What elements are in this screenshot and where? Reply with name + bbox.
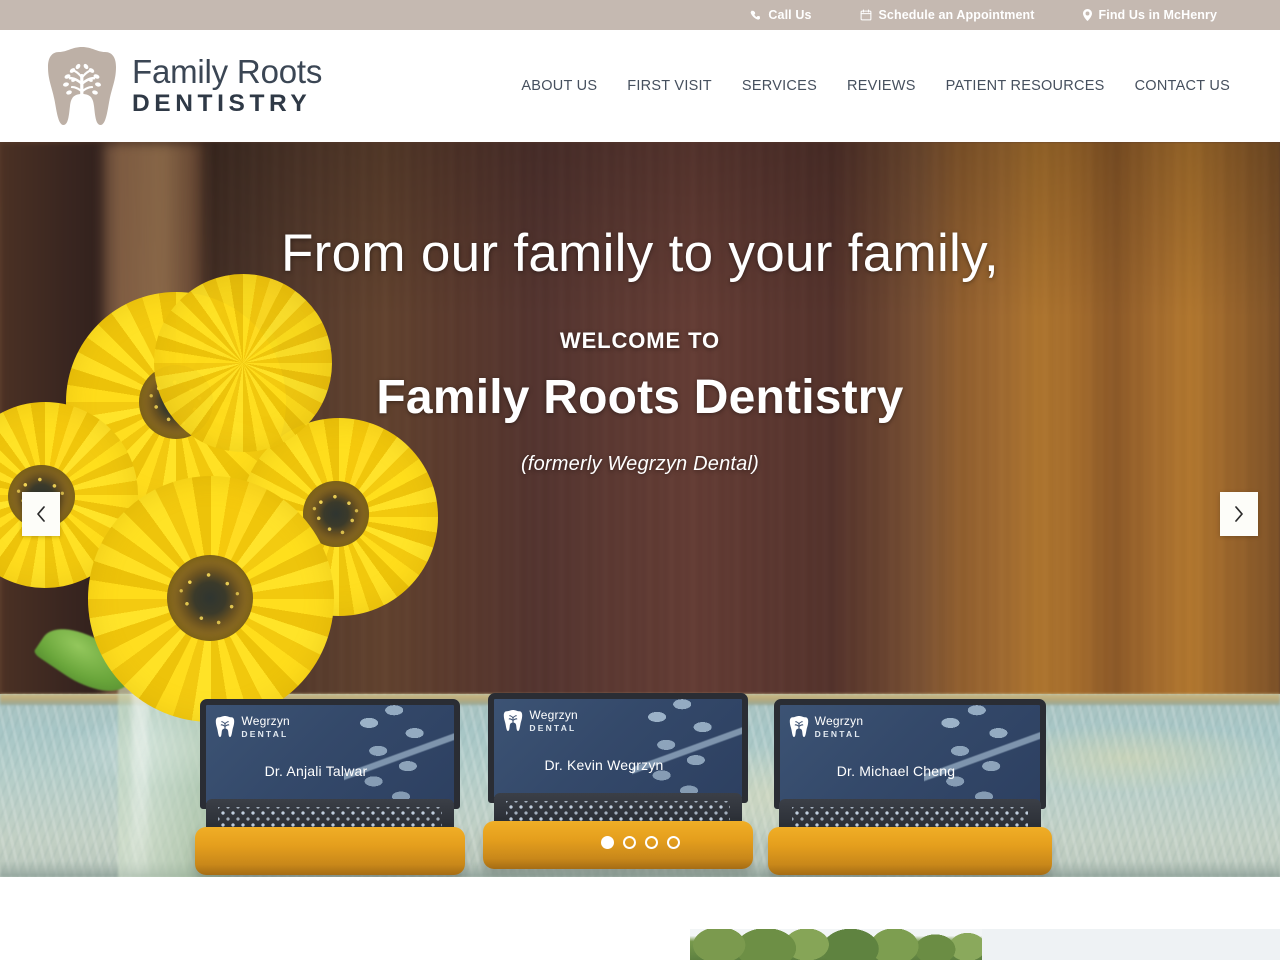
chevron-left-icon xyxy=(35,505,47,523)
map-pin-icon xyxy=(1082,9,1092,21)
slider-dot-4[interactable] xyxy=(666,836,680,849)
logo-subtitle: DENTISTRY xyxy=(132,90,312,118)
calendar-icon xyxy=(860,9,872,21)
nav-item-contact-us[interactable]: CONTACT US xyxy=(1120,78,1230,94)
nav-item-reviews[interactable]: REVIEWS xyxy=(832,78,931,94)
card-doctor-name: Dr. Kevin Wegrzyn xyxy=(544,757,664,773)
top-link-find-us[interactable]: Find Us in McHenry xyxy=(1082,8,1217,22)
slider-dot-2[interactable] xyxy=(622,836,636,849)
top-link-call-us[interactable]: Call Us xyxy=(750,8,811,22)
hero-welcome-label: WELCOME TO xyxy=(559,327,721,353)
top-link-label: Schedule an Appointment xyxy=(878,8,1035,22)
logo-text: Family Roots DENTISTRY xyxy=(132,55,322,117)
card-brand: Wegrzyn DENTAL xyxy=(789,715,864,739)
chevron-right-icon xyxy=(1233,505,1245,523)
site-logo[interactable]: Family Roots DENTISTRY xyxy=(45,44,322,128)
card-brand-sub: DENTAL xyxy=(814,729,862,739)
hero-text-block: From our family to your family, WELCOME … xyxy=(0,224,1280,476)
card-brand: Wegrzyn DENTAL xyxy=(215,715,290,739)
card-brand-name: Wegrzyn xyxy=(529,708,578,722)
hero-slider: Wegrzyn DENTAL Dr. Anjali Talwar Wegrzyn… xyxy=(0,142,1280,877)
card-holder-base xyxy=(768,827,1052,875)
nav-item-about-us[interactable]: ABOUT US xyxy=(506,78,612,94)
business-card: Wegrzyn DENTAL Dr. Michael Cheng xyxy=(773,699,1047,809)
slider-pagination xyxy=(0,836,1280,849)
below-hero-section xyxy=(0,877,1280,960)
card-holder-base xyxy=(195,827,465,875)
main-navigation: ABOUT US FIRST VISIT SERVICES REVIEWS PA… xyxy=(506,78,1230,94)
card-brand-text: Wegrzyn DENTAL xyxy=(815,715,864,739)
hero-practice-name: Family Roots Dentistry xyxy=(376,370,904,424)
slider-next-button[interactable] xyxy=(1220,492,1258,536)
business-card: Wegrzyn DENTAL Dr. Kevin Wegrzyn xyxy=(488,693,748,803)
card-tooth-icon xyxy=(215,715,235,738)
top-link-label: Call Us xyxy=(768,8,812,22)
site-header: Family Roots DENTISTRY ABOUT US FIRST VI… xyxy=(0,30,1280,142)
hero-headline-script: From our family to your family, xyxy=(280,224,1000,283)
nav-item-first-visit[interactable]: FIRST VISIT xyxy=(612,78,727,94)
tooth-tree-logo-icon xyxy=(45,44,119,128)
hero-former-name: (formerly Wegrzyn Dental) xyxy=(520,452,760,475)
card-tooth-icon xyxy=(503,709,523,732)
card-brand-sub: DENTAL xyxy=(241,729,289,739)
card-brand: Wegrzyn DENTAL xyxy=(503,709,578,733)
top-utility-bar: Call Us Schedule an Appointment Find Us … xyxy=(0,0,1280,30)
card-brand-text: Wegrzyn DENTAL xyxy=(529,709,578,733)
card-doctor-name: Dr. Anjali Talwar xyxy=(264,763,368,779)
trees-foliage xyxy=(690,929,982,960)
slider-dot-3[interactable] xyxy=(644,836,658,849)
card-brand-sub: DENTAL xyxy=(529,723,577,733)
slider-prev-button[interactable] xyxy=(22,492,60,536)
card-doctor-name: Dr. Michael Cheng xyxy=(836,763,956,779)
office-photo xyxy=(690,929,1280,960)
top-link-label: Find Us in McHenry xyxy=(1098,8,1217,22)
logo-title: Family Roots xyxy=(132,53,323,91)
card-tooth-icon xyxy=(789,715,809,738)
sunflower-center xyxy=(166,554,253,641)
top-link-schedule-appointment[interactable]: Schedule an Appointment xyxy=(860,8,1035,22)
phone-icon xyxy=(750,10,761,21)
card-brand-name: Wegrzyn xyxy=(814,714,864,728)
slider-dot-1[interactable] xyxy=(600,836,614,849)
nav-item-services[interactable]: SERVICES xyxy=(727,78,832,94)
business-card: Wegrzyn DENTAL Dr. Anjali Talwar xyxy=(200,699,460,809)
nav-item-patient-resources[interactable]: PATIENT RESOURCES xyxy=(931,78,1120,94)
card-brand-text: Wegrzyn DENTAL xyxy=(241,715,290,739)
card-brand-name: Wegrzyn xyxy=(241,714,290,728)
